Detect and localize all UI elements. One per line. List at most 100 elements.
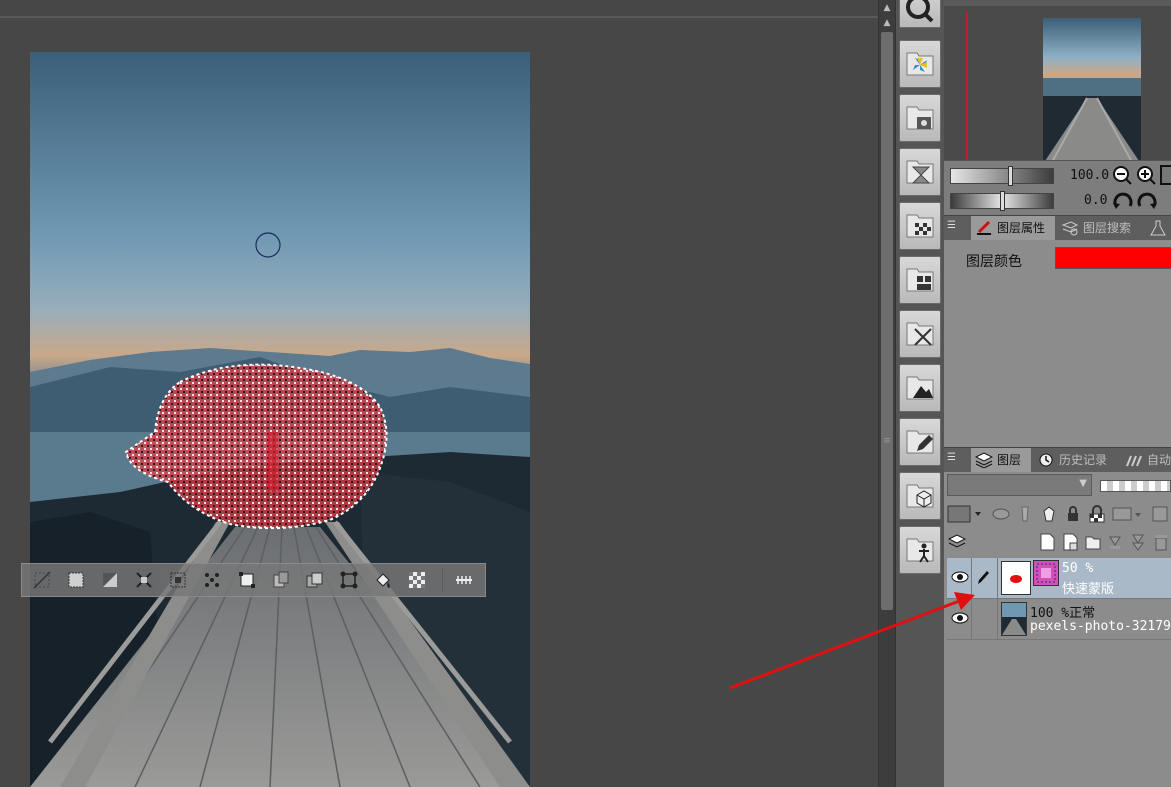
history-icon: [1039, 453, 1053, 467]
scroll-up-arrow-icon[interactable]: ▲: [879, 0, 895, 16]
rotate-right-icon[interactable]: [1136, 190, 1158, 212]
more-options-icon[interactable]: [451, 568, 478, 592]
folder-pencil-icon[interactable]: [899, 418, 941, 466]
transform-icon[interactable]: [335, 568, 362, 592]
folder-hourglass-icon[interactable]: [899, 148, 941, 196]
folder-mountain-icon[interactable]: [899, 364, 941, 412]
rotate-left-icon[interactable]: [1112, 190, 1134, 212]
lock-layer-icon[interactable]: [1063, 503, 1084, 525]
navigator-controls: 100.0 0.0: [944, 160, 1171, 215]
tab-layers[interactable]: 图层: [971, 448, 1031, 472]
zoom-out-icon[interactable]: [1112, 165, 1132, 185]
tab-auto-actions-label: 自动: [1147, 453, 1171, 467]
eye-visibility-icon[interactable]: [951, 611, 969, 625]
layer-more-icon[interactable]: [1150, 503, 1171, 525]
expand-selection-icon[interactable]: [130, 568, 157, 592]
panel-menu-icon[interactable]: ☰: [947, 220, 961, 234]
layer-cell-divider: [971, 599, 972, 639]
deselect-icon[interactable]: [28, 568, 55, 592]
flask-icon[interactable]: [1149, 220, 1167, 236]
layer-opacity-slider[interactable]: [1100, 480, 1171, 492]
layers-stack-icon: [975, 452, 993, 468]
checker-pattern-icon[interactable]: [899, 202, 941, 250]
tab-auto-actions[interactable]: 自动: [1121, 448, 1171, 472]
tab-history-label: 历史记录: [1059, 453, 1108, 467]
crop-selection-icon[interactable]: [62, 568, 89, 592]
layer-attribute-toolbar: [944, 500, 1171, 528]
right-dock-panels: 100.0 0.0 ☰ 图层属性 图层搜索 图层颜色 ☰ 图层 历史记录 自动 …: [944, 0, 1171, 787]
navigator-preview[interactable]: [944, 6, 1171, 166]
layers-panel-menu-icon[interactable]: ☰: [947, 452, 961, 466]
fit-window-icon[interactable]: [1160, 165, 1171, 185]
toolbar-separator: [441, 568, 443, 592]
clip-layer-icon[interactable]: [1111, 503, 1147, 525]
fill-icon[interactable]: [370, 568, 397, 592]
reference-layer-icon[interactable]: [1038, 503, 1059, 525]
expression-color-select[interactable]: [947, 503, 987, 525]
folder-figure-icon[interactable]: [899, 526, 941, 574]
merge-down-icon[interactable]: [1128, 531, 1148, 553]
navigator-thumbnail[interactable]: [1043, 18, 1141, 164]
transfer-down-icon[interactable]: [1105, 531, 1125, 553]
auto-actions-icon: [1126, 455, 1142, 467]
folder-image-icon[interactable]: [899, 94, 941, 142]
new-raster-layer-icon[interactable]: [1037, 531, 1057, 553]
layer-row-quick-mask[interactable]: 50 % 快速蒙版: [947, 558, 1171, 599]
new-vector-layer-icon[interactable]: [1060, 531, 1080, 553]
navigator-red-guide: [966, 12, 968, 166]
canvas-photo: [30, 52, 530, 787]
layer-row-photo[interactable]: 100 %正常 pexels-photo-32179: [947, 599, 1171, 640]
layer-opacity-text: 50 %: [1062, 561, 1094, 576]
tab-layer-properties-label: 图层属性: [997, 221, 1046, 235]
photo-layer-thumbnail[interactable]: [1001, 602, 1027, 636]
delete-layer-icon[interactable]: [1151, 531, 1171, 553]
invert-selection-icon[interactable]: [96, 568, 123, 592]
tab-layer-search-label: 图层搜索: [1083, 221, 1132, 235]
quick-mask-thumbnail[interactable]: [1001, 561, 1031, 595]
material-tool-column: [895, 0, 945, 787]
folder-cube-icon[interactable]: [899, 472, 941, 520]
scroll-up-small-arrow-icon[interactable]: ▲: [879, 18, 895, 30]
zoom-in-icon[interactable]: [1136, 165, 1156, 185]
scrollbar-grip-icon: ≡: [883, 436, 891, 446]
new-folder-icon[interactable]: [1083, 531, 1103, 553]
shrink-selection-icon[interactable]: [165, 568, 192, 592]
tab-history[interactable]: 历史记录: [1033, 448, 1117, 472]
zoom-q-icon[interactable]: [899, 0, 941, 28]
rotate-slider-knob[interactable]: [1000, 191, 1005, 211]
clear-icon[interactable]: [404, 568, 431, 592]
layer-color-swatch[interactable]: [1055, 247, 1171, 269]
layer-cell-divider: [997, 599, 998, 639]
scatter-selection-icon[interactable]: [199, 568, 226, 592]
folder-grid-icon[interactable]: [899, 256, 941, 304]
eye-visibility-icon[interactable]: [951, 570, 969, 584]
pinwheel-material-icon[interactable]: [899, 40, 941, 88]
canvas-image[interactable]: [30, 52, 530, 787]
mask-reference-icon[interactable]: [990, 503, 1011, 525]
layers-tab-bar: ☰ 图层 历史记录 自动: [944, 447, 1171, 473]
rotate-value: 0.0: [1084, 193, 1108, 208]
edit-target-pen-icon[interactable]: [975, 568, 991, 586]
layers-list-icon[interactable]: [947, 531, 967, 553]
duplicate-icon[interactable]: [301, 568, 328, 592]
canvas-vertical-scrollbar[interactable]: ▲ ▲ ≡: [878, 0, 895, 787]
chevron-down-icon: ▼: [1079, 478, 1087, 489]
draft-layer-icon[interactable]: [1014, 503, 1035, 525]
tab-layer-search[interactable]: 图层搜索: [1057, 216, 1143, 240]
blend-mode-select[interactable]: ▼: [947, 474, 1092, 496]
tab-layer-properties[interactable]: 图层属性: [971, 216, 1055, 240]
canvas-area[interactable]: [0, 0, 878, 787]
zoom-slider[interactable]: [950, 168, 1054, 184]
folder-burst-icon[interactable]: [899, 310, 941, 358]
canvas-top-border: [0, 16, 878, 18]
layer-cell-divider: [997, 558, 998, 598]
free-transform-icon[interactable]: [233, 568, 260, 592]
scrollbar-thumb[interactable]: [881, 32, 893, 610]
mask-thumbnail[interactable]: [1033, 560, 1059, 586]
tab-layers-label: 图层: [997, 453, 1022, 467]
layer-name: pexels-photo-32179: [1030, 619, 1171, 634]
zoom-slider-knob[interactable]: [1008, 166, 1013, 186]
copy-paste-icon[interactable]: [267, 568, 294, 592]
layer-search-icon: [1061, 221, 1079, 236]
lock-transparent-icon[interactable]: [1087, 503, 1108, 525]
